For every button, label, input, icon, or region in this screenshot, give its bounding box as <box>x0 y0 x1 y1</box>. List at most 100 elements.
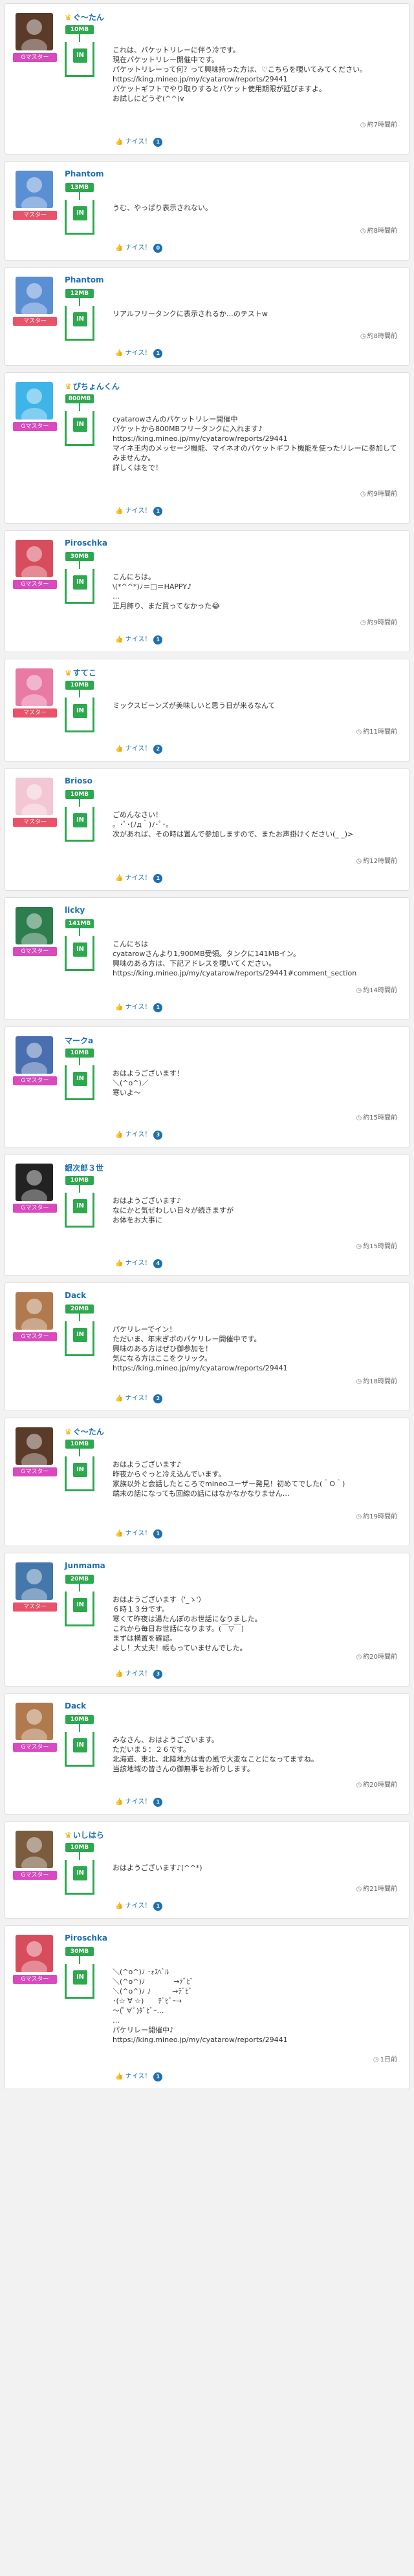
tank-amount: 800MB <box>65 394 94 403</box>
tank-box: IN <box>65 936 94 971</box>
tank-box: IN <box>65 1193 94 1228</box>
post-message: これは、パケットリレーに伴う冷です。 現在パケットリレー開催中です。 パケットリ… <box>113 46 367 103</box>
nice-button[interactable]: 👍 ナイス！ 1 <box>115 872 163 883</box>
user-avatar[interactable] <box>16 1935 53 1972</box>
free-tank-graphic: 141MB IN <box>63 919 96 971</box>
nice-label: ナイス！ <box>123 1260 151 1267</box>
username-link[interactable]: Phantom <box>65 275 104 284</box>
nice-button[interactable]: 👍 ナイス！ 1 <box>115 633 163 644</box>
clock-icon: ◷ <box>360 228 366 235</box>
tank-amount: 10MB <box>65 1176 94 1185</box>
post-message: うむ、やっぱり表示されない。 <box>113 204 212 212</box>
nice-button[interactable]: 👍 ナイス！ 0 <box>115 242 163 253</box>
tank-pipe <box>79 1956 80 1964</box>
user-avatar[interactable] <box>16 13 53 50</box>
username-link[interactable]: licky <box>65 906 85 915</box>
free-tank-graphic: 10MB IN <box>63 681 96 732</box>
free-tank-graphic: 10MB IN <box>63 1048 96 1100</box>
username-text: Brioso <box>65 776 93 785</box>
user-avatar[interactable] <box>16 1562 53 1600</box>
clock-icon: ◷ <box>373 2056 379 2063</box>
nice-button[interactable]: 👍 ナイス！ 1 <box>115 1001 163 1012</box>
username-link[interactable]: Piroschka <box>65 1933 107 1943</box>
user-avatar[interactable] <box>16 778 53 815</box>
tank-pipe <box>79 1449 80 1456</box>
post-time: ◷ 約15時間前 <box>356 1240 397 1250</box>
clock-icon: ◷ <box>356 1114 362 1122</box>
nice-count: 1 <box>153 1529 163 1538</box>
user-avatar[interactable] <box>16 1703 53 1740</box>
tank-box: IN <box>65 42 94 77</box>
user-avatar[interactable] <box>16 1292 53 1330</box>
user-avatar[interactable] <box>16 1036 53 1074</box>
username-link[interactable]: Piroschka <box>65 538 107 548</box>
nice-label: ナイス！ <box>123 1131 151 1138</box>
nice-count: 2 <box>153 1394 163 1403</box>
user-avatar[interactable] <box>16 540 53 577</box>
user-avatar[interactable] <box>16 907 53 944</box>
nice-button[interactable]: 👍 ナイス！ 1 <box>115 2070 163 2081</box>
nice-button[interactable]: 👍 ナイス！ 2 <box>115 743 163 754</box>
username-link[interactable]: Brioso <box>65 776 93 785</box>
user-avatar[interactable] <box>16 1831 53 1868</box>
post-time: ◷ 約9時間前 <box>360 617 397 626</box>
nice-button[interactable]: 👍 ナイス！ 3 <box>115 1668 163 1679</box>
tank-box: IN <box>65 1860 94 1895</box>
username-link[interactable]: Dack <box>65 1291 86 1300</box>
nice-button[interactable]: 👍 ナイス！ 1 <box>115 347 163 358</box>
time-text: 約15時間前 <box>363 1243 397 1250</box>
user-avatar[interactable] <box>16 382 53 420</box>
username-link[interactable]: Dack <box>65 1701 86 1710</box>
thumbs-up-icon: 👍 <box>115 1902 124 1910</box>
user-avatar[interactable] <box>16 668 53 706</box>
time-text: 1日前 <box>380 2056 397 2063</box>
post-message: ごめんなさい！ 。･ﾟ･(ﾉд｀)ﾉ･ﾟ･。 次があれば、その時は置んで参加しま… <box>113 811 354 838</box>
rank-badge: Gマスター <box>13 53 57 62</box>
clock-icon: ◷ <box>356 1654 362 1661</box>
user-avatar[interactable] <box>16 171 53 208</box>
time-text: 約7時間前 <box>367 122 397 129</box>
username-text: ぐ〜たん <box>72 1427 104 1436</box>
timeline-feed: Gマスター ♛ ぐ〜たん 10MB IN これは、パケットリレーに伴う冷です。 現在パケッ… <box>0 0 414 2089</box>
tank-box: IN <box>65 1321 94 1356</box>
nice-button[interactable]: 👍 ナイス！ 1 <box>115 505 163 516</box>
username-text: Piroschka <box>65 1933 107 1943</box>
nice-button[interactable]: 👍 ナイス！ 3 <box>115 1129 163 1140</box>
clock-icon: ◷ <box>356 729 362 736</box>
username-link[interactable]: Junmama <box>65 1561 105 1570</box>
time-text: 約8時間前 <box>367 228 397 235</box>
nice-button[interactable]: 👍 ナイス！ 1 <box>115 1528 163 1538</box>
post-card: Gマスター ♛ ぐ〜たん 10MB IN おはようございます♪ 昨夜からぐっと冷え込んでい… <box>5 1418 409 1546</box>
username-link[interactable]: ♛ ぐ〜たん <box>65 12 104 23</box>
nice-button[interactable]: 👍 ナイス！ 1 <box>115 1900 163 1911</box>
username-link[interactable]: ♛ ぴちょんくん <box>65 381 120 392</box>
time-text: 約20時間前 <box>363 1782 397 1789</box>
tank-amount: 30MB <box>65 1947 94 1956</box>
post-card: Gマスター Piroschka 30MB IN こんにちは。 \(*^^*)ﾉ＝□＝HA… <box>5 530 409 652</box>
username-link[interactable]: ♛ ぐ〜たん <box>65 1426 104 1437</box>
username-link[interactable]: マークa <box>65 1035 93 1046</box>
nice-count: 0 <box>153 244 163 253</box>
rank-badge: マスター <box>13 818 57 827</box>
user-avatar[interactable] <box>16 277 53 314</box>
username-link[interactable]: Phantom <box>65 169 104 178</box>
post-message: ＼(^o^)ﾉ ･ｫｽﾍﾞﾙ ＼(^o^)ﾉ →ﾃﾞﾋﾞ ＼(^o^)ﾉ ﾉ →… <box>113 1968 288 2044</box>
nice-count: 1 <box>153 1798 163 1807</box>
nice-button[interactable]: 👍 ナイス！ 2 <box>115 1392 163 1403</box>
user-avatar[interactable] <box>16 1427 53 1465</box>
username-link[interactable]: ♛ すてこ <box>65 667 96 678</box>
nice-button[interactable]: 👍 ナイス！ 4 <box>115 1257 163 1268</box>
username-link[interactable]: 銀次郎３世 <box>65 1162 104 1173</box>
user-avatar[interactable] <box>16 1164 53 1201</box>
tank-in-label: IN <box>73 1738 87 1752</box>
tank-amount: 10MB <box>65 1048 94 1058</box>
thumbs-up-icon: 👍 <box>115 2073 124 2080</box>
nice-button[interactable]: 👍 ナイス！ 1 <box>115 1796 163 1807</box>
nice-button[interactable]: 👍 ナイス！ 1 <box>115 136 163 147</box>
username-link[interactable]: ♛ いしはら <box>65 1829 104 1840</box>
nice-count: 1 <box>153 349 163 358</box>
rank-badge: Gマスター <box>13 580 57 589</box>
nice-label: ナイス！ <box>123 636 151 643</box>
free-tank-graphic: 20MB IN <box>63 1304 96 1356</box>
nice-label: ナイス！ <box>123 2073 151 2080</box>
